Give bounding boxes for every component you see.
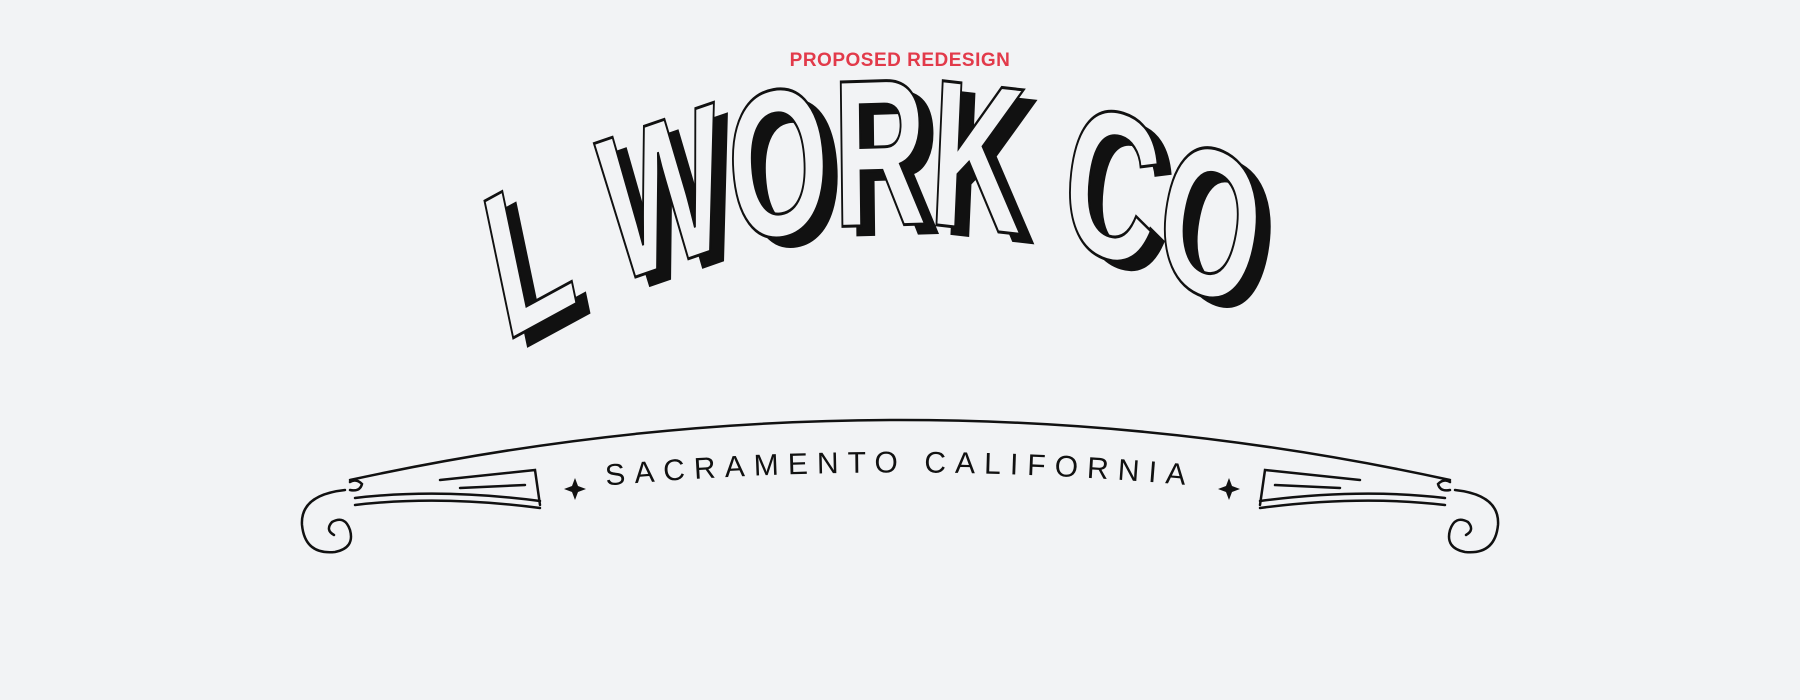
sparkle-icon — [1218, 478, 1240, 500]
logo-banner — [300, 418, 1500, 554]
logo-title-group: SOUL WORK COFFEE SOUL WORK COFFEE — [290, 0, 1293, 396]
soul-work-coffee-logo: SOUL WORK COFFEE SOUL WORK COFFEE — [290, 0, 1500, 554]
page: PROPOSED REDESIGN SOUL WORK COFFEE SOUL … — [0, 0, 1800, 700]
right-scroll-ornament — [1436, 479, 1500, 554]
svg-text:SOUL WORK COFFEE: SOUL WORK COFFEE — [291, 0, 1279, 386]
sparkle-icon — [564, 478, 586, 500]
logo-subtitle: SACRAMENTO CALIFORNIA — [604, 446, 1187, 492]
svg-text:SACRAMENTO CALIFORNIA: SACRAMENTO CALIFORNIA — [604, 446, 1196, 492]
left-scroll-ornament — [300, 479, 364, 554]
logo-title: SOUL WORK COFFEE — [290, 0, 1280, 387]
banner-bottom-left — [353, 499, 542, 510]
banner-bottom-right — [1258, 499, 1447, 510]
